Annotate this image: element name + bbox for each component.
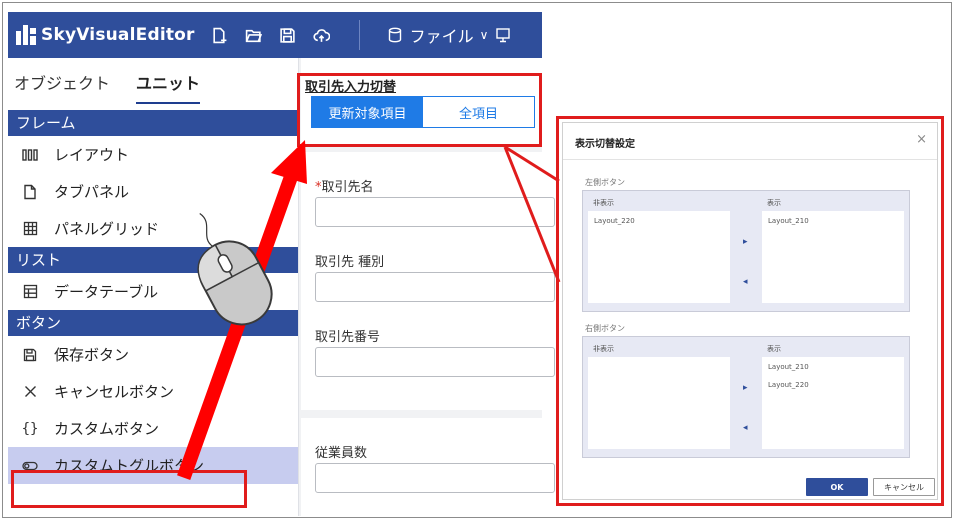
employees-input[interactable] [315, 463, 555, 493]
palette-item-label: カスタムボタン [54, 420, 160, 438]
grid-icon [20, 221, 40, 236]
account-number-input[interactable] [315, 347, 555, 377]
dialog-title: 表示切替設定 [575, 139, 635, 150]
move-right-button[interactable]: ▸ [743, 383, 748, 393]
highlight-toggle [297, 73, 542, 147]
toolbar-separator [358, 20, 360, 50]
toggle-icon [20, 461, 40, 471]
left-hidden-list[interactable]: Layout_220 [588, 211, 730, 303]
app-header: SkyVisualEditor ファイル ∨ [8, 12, 542, 58]
unit-palette: オブジェクト ユニット フレーム レイアウト タブパネル パネルグリッド リスト… [8, 58, 298, 516]
table-icon [20, 284, 40, 299]
field-label-employees: 従業員数 [315, 446, 368, 461]
fields-card: *取引先名 取引先 種別 取引先番号 [301, 152, 555, 410]
document-icon [20, 184, 40, 200]
palette-item-cancel-button[interactable]: キャンセルボタン [8, 373, 298, 410]
monitor-icon[interactable] [496, 27, 511, 43]
save-icon[interactable] [279, 26, 297, 44]
left-button-group: 非表示 表示 Layout_220 ▸ ◂ Layout_210 [582, 190, 910, 312]
columns-icon [20, 148, 40, 162]
palette-item-label: キャンセルボタン [54, 383, 175, 401]
floppy-icon [20, 348, 40, 362]
app-brand: SkyVisualEditor [41, 25, 195, 45]
palette-item-label: 保存ボタン [54, 346, 130, 364]
field-label-account-number: 取引先番号 [315, 330, 381, 345]
palette-item-tabpanel[interactable]: タブパネル [8, 173, 298, 210]
right-shown-list[interactable]: Layout_210 Layout_220 [762, 357, 904, 449]
field-label-account-type: 取引先 種別 [315, 255, 385, 270]
list-item[interactable]: Layout_210 [762, 211, 904, 225]
palette-item-label: パネルグリッド [54, 220, 160, 238]
dialog-divider [563, 159, 937, 160]
open-folder-icon[interactable] [245, 26, 263, 44]
logo-icon [16, 25, 36, 45]
category-list[interactable]: リスト [8, 247, 298, 273]
file-menu-label: ファイル [409, 27, 474, 46]
palette-item-custom-button[interactable]: {} カスタムボタン [8, 410, 298, 447]
palette-item-label: タブパネル [54, 183, 130, 201]
right-button-group: 非表示 表示 ▸ ◂ Layout_210 Layout_220 [582, 336, 910, 458]
list-item[interactable]: Layout_220 [762, 371, 904, 389]
chevron-down-icon: ∨ [479, 28, 489, 42]
move-right-button[interactable]: ▸ [743, 237, 748, 247]
list-item[interactable]: Layout_220 [588, 211, 730, 225]
palette-item-panelgrid[interactable]: パネルグリッド [8, 210, 298, 247]
braces-icon: {} [21, 420, 39, 437]
new-file-icon[interactable] [211, 26, 229, 44]
category-frame[interactable]: フレーム [8, 110, 298, 136]
fields-card-2: 従業員数 [301, 418, 555, 516]
right-hidden-list[interactable] [588, 357, 730, 449]
category-button[interactable]: ボタン [8, 310, 298, 336]
field-label-text: 取引先名 [321, 180, 374, 195]
tab-object[interactable]: オブジェクト [14, 70, 110, 94]
database-icon [388, 27, 401, 43]
left-shown-list[interactable]: Layout_210 [762, 211, 904, 303]
display-switch-dialog: 表示切替設定 × 左側ボタン 非表示 表示 Layout_220 ▸ ◂ Lay… [556, 116, 944, 506]
palette-item-label: データテーブル [54, 283, 159, 301]
palette-item-label: レイアウト [54, 146, 130, 164]
palette-item-datatable[interactable]: データテーブル [8, 273, 298, 310]
account-name-input[interactable] [315, 197, 555, 227]
right-button-group-label: 右側ボタン [585, 324, 625, 333]
field-label-account-name: *取引先名 [315, 176, 374, 195]
highlight-palette-item [11, 470, 247, 508]
file-menu[interactable]: ファイル ∨ [388, 23, 489, 47]
move-left-button[interactable]: ◂ [743, 277, 748, 287]
shown-list-header: 表示 [767, 199, 781, 207]
palette-item-save-button[interactable]: 保存ボタン [8, 336, 298, 373]
hidden-list-header: 非表示 [593, 199, 614, 207]
cloud-upload-icon[interactable] [313, 26, 331, 44]
move-left-button[interactable]: ◂ [743, 423, 748, 433]
list-item[interactable]: Layout_210 [762, 357, 904, 371]
tab-unit[interactable]: ユニット [136, 70, 201, 104]
palette-item-layout[interactable]: レイアウト [8, 136, 298, 173]
cancel-button[interactable]: キャンセル [873, 478, 935, 496]
ok-button[interactable]: OK [806, 478, 868, 496]
close-icon [20, 385, 40, 398]
account-type-input[interactable] [315, 272, 555, 302]
palette-tabs: オブジェクト ユニット [8, 58, 298, 110]
shown-list-header: 表示 [767, 345, 781, 353]
hidden-list-header: 非表示 [593, 345, 614, 353]
dialog-close-button[interactable]: × [916, 132, 927, 147]
left-button-group-label: 左側ボタン [585, 178, 625, 187]
